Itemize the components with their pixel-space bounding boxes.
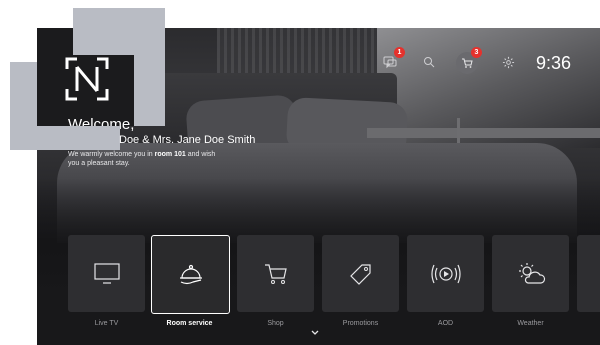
tile-next-partial[interactable] bbox=[577, 235, 600, 312]
tag-icon bbox=[349, 263, 371, 285]
tile-live-tv[interactable] bbox=[68, 235, 145, 312]
cart-icon bbox=[264, 263, 287, 284]
tile-label-live-tv: Live TV bbox=[94, 320, 119, 327]
cart-icon bbox=[462, 58, 473, 68]
cart-badge: 3 bbox=[471, 47, 482, 58]
weather-icon bbox=[518, 262, 545, 284]
tile-label-shop: Shop bbox=[267, 320, 284, 327]
tile-label-weather: Weather bbox=[517, 320, 544, 327]
logo-block bbox=[37, 126, 120, 150]
chat-icon bbox=[383, 56, 397, 69]
tile-room-service[interactable] bbox=[151, 235, 230, 314]
chat-badge: 1 bbox=[394, 47, 405, 58]
room-service-icon bbox=[179, 264, 202, 284]
welcome-message: We warmly welcome you in room 101 and wi… bbox=[68, 150, 228, 168]
brand-logo-icon bbox=[65, 57, 109, 101]
tile-shop[interactable] bbox=[237, 235, 314, 312]
search-icon bbox=[424, 57, 435, 68]
tile-label-promotions: Promotions bbox=[342, 320, 379, 327]
guest-names: Doe & Mrs. Jane Doe Smith bbox=[119, 134, 256, 146]
tile-label-aod: AOD bbox=[437, 320, 454, 327]
clock: 9:36 bbox=[536, 53, 572, 73]
welcome-message-text: We warmly welcome you in bbox=[68, 151, 155, 158]
logo-block bbox=[73, 28, 134, 55]
tv-icon bbox=[93, 262, 120, 284]
settings-button[interactable] bbox=[498, 52, 518, 72]
tile-aod[interactable] bbox=[407, 235, 484, 312]
gear-icon bbox=[502, 56, 514, 68]
audio-play-icon bbox=[430, 264, 461, 283]
chevron-down-icon[interactable] bbox=[310, 329, 320, 337]
room-number: room 101 bbox=[154, 151, 186, 158]
tile-weather[interactable] bbox=[492, 235, 569, 312]
search-button[interactable] bbox=[419, 52, 439, 72]
tile-promotions[interactable] bbox=[322, 235, 399, 312]
shelf bbox=[367, 128, 600, 138]
tile-label-room-service: Room service bbox=[166, 320, 213, 327]
